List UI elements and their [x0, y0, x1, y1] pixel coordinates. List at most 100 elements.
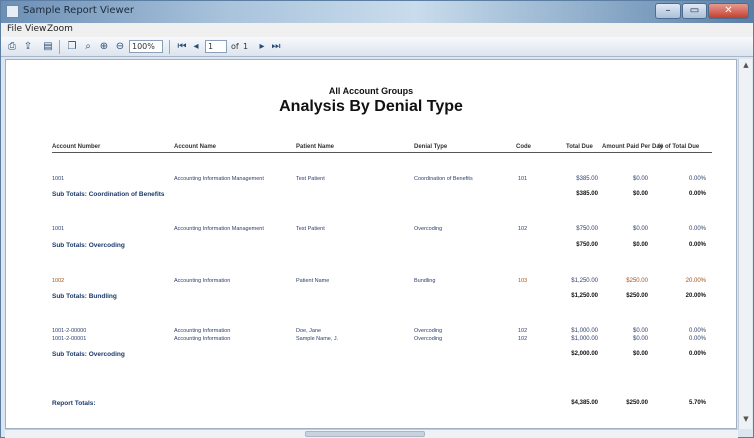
- report-viewer-window: Sample Report Viewer – ▭ ✕ File View Zoo…: [0, 0, 754, 438]
- print-icon[interactable]: ⎙: [5, 40, 19, 54]
- page-of-label: of: [231, 42, 239, 51]
- toolbar-separator: [59, 40, 60, 54]
- zoom-in-icon[interactable]: ⊕: [97, 40, 111, 54]
- first-page-icon[interactable]: ⏮: [175, 40, 189, 54]
- grand-percent: 5.70%: [688, 400, 706, 406]
- patient-name: Doe, Jane: [296, 328, 322, 334]
- column-header: Patient Name: [296, 144, 335, 150]
- export-icon[interactable]: ⇪: [21, 40, 35, 54]
- total-due: $1,000.00: [571, 328, 598, 334]
- account-name: Accounting Information: [174, 328, 231, 334]
- subtotal-total-due: $750.00: [576, 242, 598, 248]
- account-number: 1002: [52, 278, 65, 284]
- amount-paid: $250.00: [626, 278, 648, 284]
- denial-type: Overcoding: [414, 336, 443, 342]
- menu-file[interactable]: File: [7, 24, 22, 34]
- subtotal-label: Sub Totals: Coordination of Benefits: [52, 191, 165, 198]
- column-header: Amount Paid Per Day: [602, 144, 664, 150]
- subtotal-percent: 0.00%: [688, 351, 706, 357]
- vertical-scrollbar[interactable]: ▲ ▼: [738, 59, 752, 429]
- report-subtitle: All Account Groups: [328, 86, 414, 96]
- zoom-out-icon[interactable]: ⊖: [113, 40, 127, 54]
- scroll-up-icon[interactable]: ▲: [741, 61, 751, 71]
- column-header: Total Due: [566, 144, 593, 150]
- title-bar: Sample Report Viewer – ▭ ✕: [1, 1, 753, 23]
- minimize-button[interactable]: –: [655, 3, 681, 19]
- account-number: 1001-2-00001: [52, 336, 87, 342]
- last-page-icon[interactable]: ⏭: [269, 40, 283, 54]
- total-due: $1,000.00: [571, 336, 598, 342]
- close-button[interactable]: ✕: [708, 3, 749, 19]
- denial-type: Overcoding: [414, 328, 443, 334]
- denial-type: Coordination of Benefits: [414, 176, 473, 182]
- column-header: % of Total Due: [658, 144, 700, 150]
- grand-amount-paid: $250.00: [626, 400, 648, 406]
- subtotal-total-due: $385.00: [576, 191, 598, 197]
- account-name: Accounting Information: [174, 278, 231, 284]
- subtotal-amount-paid: $0.00: [632, 191, 648, 197]
- percent-of-total: 0.00%: [688, 336, 706, 342]
- page-setup-icon[interactable]: ▤: [41, 40, 55, 54]
- column-header: Denial Type: [414, 144, 448, 150]
- header-divider: [52, 152, 712, 153]
- account-name: Accounting Information Management: [174, 176, 264, 182]
- denial-code: 101: [518, 176, 528, 182]
- report-totals-label: Report Totals:: [52, 400, 96, 407]
- scroll-thumb[interactable]: [305, 431, 425, 437]
- account-name: Accounting Information Management: [174, 226, 264, 232]
- window-title: Sample Report Viewer: [23, 5, 134, 16]
- subtotal-label: Sub Totals: Overcoding: [52, 242, 125, 249]
- menu-bar: File View Zoom: [1, 23, 753, 37]
- zoom-field[interactable]: 100%: [129, 40, 163, 53]
- denial-code: 102: [518, 226, 528, 232]
- search-icon[interactable]: ⌕: [81, 40, 95, 54]
- subtotal-label: Sub Totals: Bundling: [52, 293, 117, 300]
- grand-total-due: $4,385.00: [571, 400, 598, 406]
- subtotal-label: Sub Totals: Overcoding: [52, 351, 125, 358]
- column-header: Account Name: [174, 144, 217, 150]
- subtotal-amount-paid: $0.00: [632, 242, 648, 248]
- amount-paid: $0.00: [632, 176, 648, 182]
- subtotal-percent: 0.00%: [688, 242, 706, 248]
- scroll-down-icon[interactable]: ▼: [741, 415, 751, 425]
- copy-icon[interactable]: ❐: [65, 40, 79, 54]
- report-title: Analysis By Denial Type: [279, 98, 463, 115]
- horizontal-scrollbar[interactable]: [5, 429, 738, 438]
- percent-of-total: 0.00%: [688, 176, 706, 182]
- column-header: Code: [516, 144, 531, 150]
- toolbar: ⎙ ⇪ ▤ ❐ ⌕ ⊕ ⊖ 100% ⏮ ◂ 1 of 1 ▸ ⏭: [1, 37, 753, 57]
- percent-of-total: 0.00%: [688, 226, 706, 232]
- percent-of-total: 0.00%: [688, 328, 706, 334]
- denial-code: 103: [518, 278, 528, 284]
- patient-name: Test Patient: [296, 226, 325, 232]
- amount-paid: $0.00: [632, 328, 648, 334]
- report-page: All Account Groups Analysis By Denial Ty…: [6, 60, 736, 428]
- subtotal-amount-paid: $0.00: [632, 351, 648, 357]
- denial-code: 102: [518, 328, 528, 334]
- previous-page-icon[interactable]: ◂: [189, 40, 203, 54]
- column-header: Account Number: [52, 144, 101, 150]
- denial-code: 102: [518, 336, 528, 342]
- amount-paid: $0.00: [632, 336, 648, 342]
- amount-paid: $0.00: [632, 226, 648, 232]
- denial-type: Overcoding: [414, 226, 443, 232]
- total-due: $385.00: [576, 176, 598, 182]
- patient-name: Sample Name, J.: [296, 336, 339, 342]
- account-number: 1001: [52, 176, 65, 182]
- subtotal-percent: 0.00%: [688, 191, 706, 197]
- maximize-button[interactable]: ▭: [682, 3, 707, 19]
- report-viewport[interactable]: All Account Groups Analysis By Denial Ty…: [5, 59, 737, 429]
- menu-view[interactable]: View: [25, 24, 46, 34]
- menu-zoom[interactable]: Zoom: [47, 24, 73, 34]
- subtotal-total-due: $1,250.00: [571, 293, 598, 299]
- total-pages-label: 1: [243, 42, 249, 51]
- patient-name: Test Patient: [296, 176, 325, 182]
- next-page-icon[interactable]: ▸: [255, 40, 269, 54]
- page-number-field[interactable]: 1: [205, 40, 227, 53]
- total-due: $1,250.00: [571, 278, 598, 284]
- account-number: 1001-2-00000: [52, 328, 87, 334]
- patient-name: Patient Name: [296, 278, 330, 284]
- app-icon: [6, 5, 19, 18]
- account-name: Accounting Information: [174, 336, 231, 342]
- subtotal-percent: 20.00%: [685, 293, 706, 299]
